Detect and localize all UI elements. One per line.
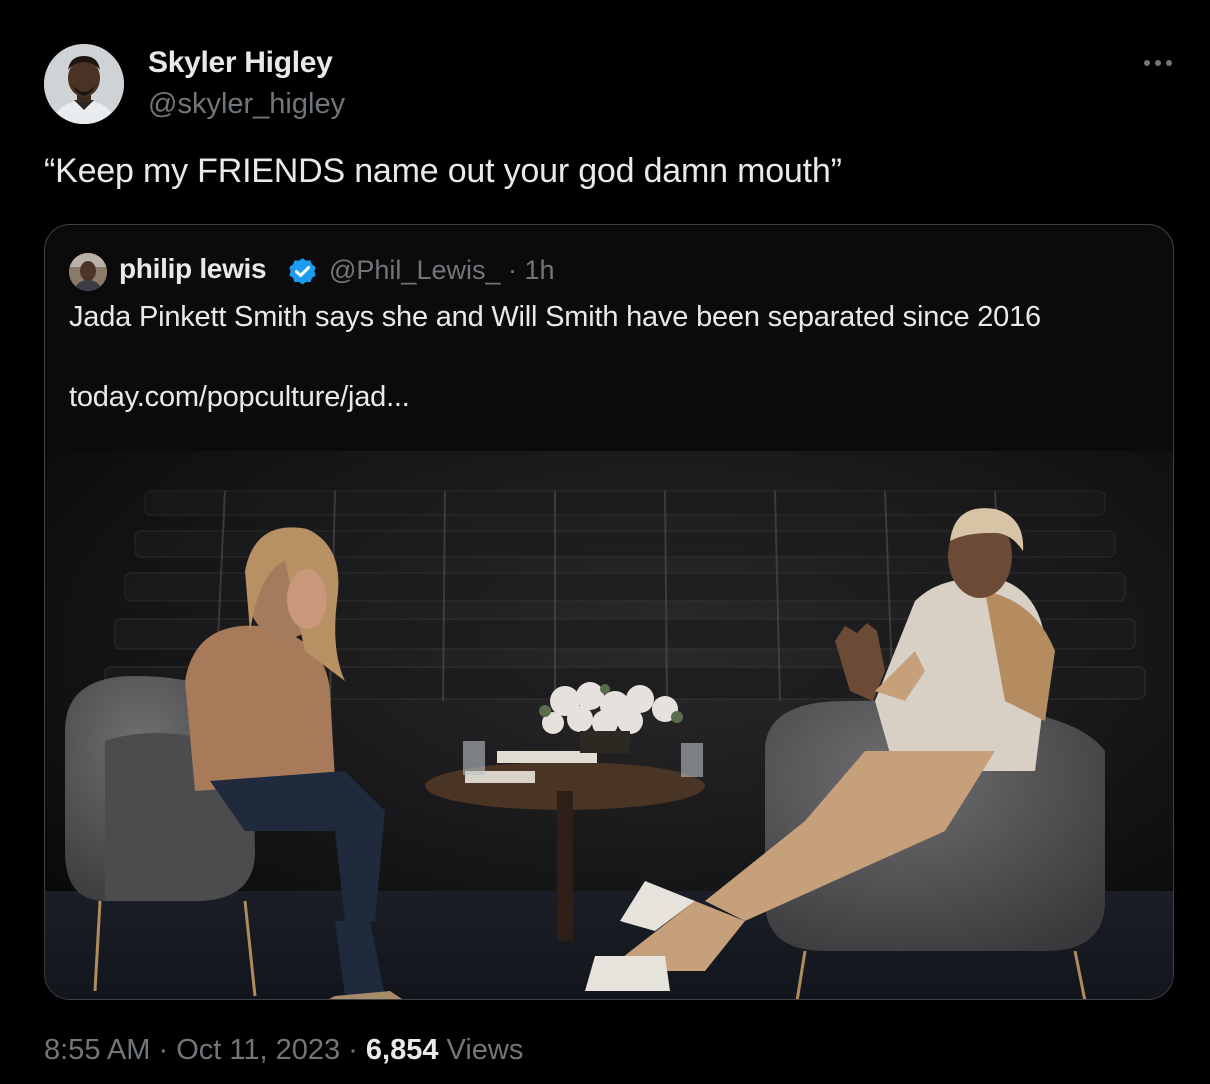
quoted-tweet-card[interactable]: philip lewis @Phil_Lewis_ · 1h Jada Pink… <box>44 224 1174 1000</box>
tweet-text: “Keep my FRIENDS name out your god damn … <box>44 152 842 190</box>
tweet-meta: 8:55 AM · Oct 11, 2023 · 6,854 Views <box>44 1034 523 1067</box>
interview-photo[interactable] <box>45 451 1174 1000</box>
more-button[interactable] <box>1138 48 1178 78</box>
quoted-author-name[interactable]: philip lewis <box>119 253 267 285</box>
views-count: 6,854 <box>365 1034 439 1066</box>
quoted-handle-line: @Phil_Lewis_ · 1h <box>329 255 555 286</box>
tweet: Skyler Higley @skyler_higley “Keep my FR… <box>0 0 1210 1084</box>
author-name[interactable]: Skyler Higley <box>148 46 333 80</box>
quoted-author-handle[interactable]: @Phil_Lewis_ <box>329 255 501 285</box>
tweet-date[interactable]: Oct 11, 2023 <box>176 1034 340 1066</box>
tweet-time[interactable]: 8:55 AM <box>44 1034 150 1066</box>
more-horizontal-icon <box>1144 60 1172 66</box>
author-avatar[interactable] <box>44 44 124 124</box>
quoted-tweet-link[interactable]: today.com/popculture/jad... <box>69 381 410 414</box>
separator-dot: · <box>508 255 518 285</box>
avatar-photo <box>44 44 124 124</box>
separator-dot: · <box>348 1034 358 1066</box>
author-handle[interactable]: @skyler_higley <box>148 88 345 121</box>
quoted-author-avatar[interactable] <box>69 253 107 291</box>
views-label: Views <box>446 1034 524 1066</box>
quoted-timestamp[interactable]: 1h <box>525 255 555 285</box>
verified-badge-icon <box>289 258 316 285</box>
quoted-avatar-photo <box>69 253 107 291</box>
quoted-tweet-text: Jada Pinkett Smith says she and Will Smi… <box>69 301 1041 333</box>
separator-dot: · <box>158 1034 169 1066</box>
